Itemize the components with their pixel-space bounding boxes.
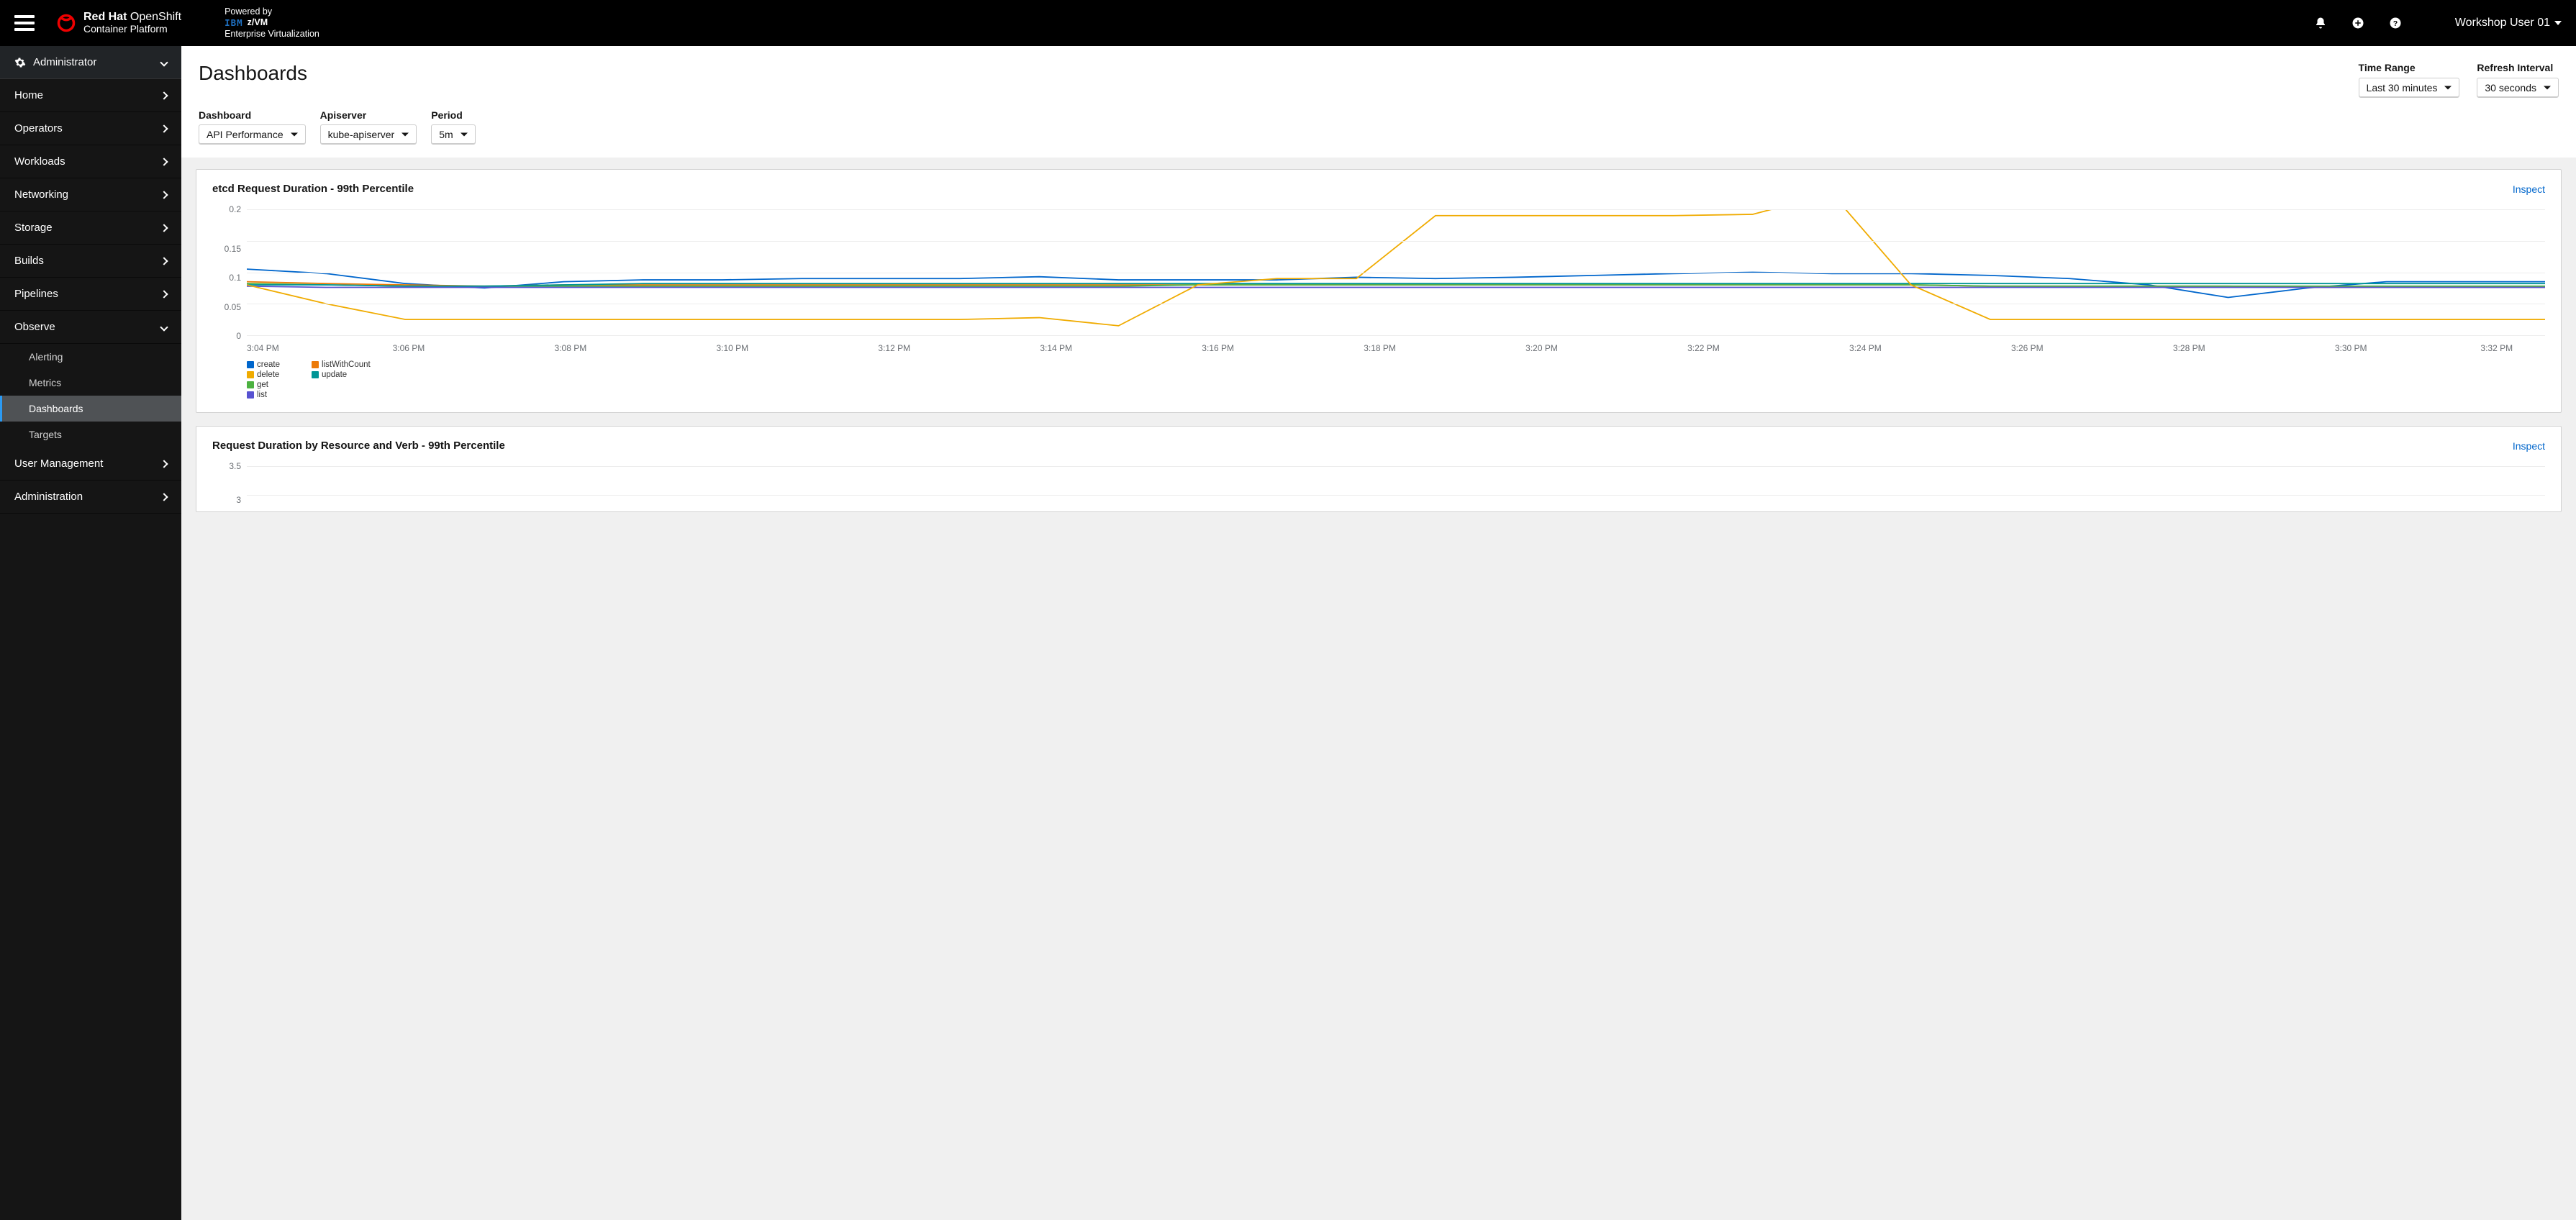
refresh-interval-label: Refresh Interval: [2477, 62, 2559, 73]
apiserver-select[interactable]: kube-apiserver: [320, 124, 417, 145]
bell-icon[interactable]: [2314, 17, 2327, 29]
user-menu[interactable]: Workshop User 01: [2455, 17, 2562, 29]
legend-update[interactable]: update: [312, 370, 355, 379]
sidebar: Administrator Home Operators Workloads N…: [0, 46, 181, 1220]
sidebar-sub-dashboards[interactable]: Dashboards: [0, 396, 181, 422]
sidebar-sub-metrics[interactable]: Metrics: [0, 370, 181, 396]
sidebar-item-operators[interactable]: Operators: [0, 112, 181, 145]
brand-line2: Container Platform: [83, 24, 181, 35]
help-icon[interactable]: ?: [2389, 17, 2402, 29]
chevron-down-icon: [160, 323, 168, 331]
sidebar-item-networking[interactable]: Networking: [0, 178, 181, 211]
select-value: API Performance: [207, 129, 284, 140]
select-value: 5m: [439, 129, 453, 140]
inspect-link[interactable]: Inspect: [2513, 183, 2545, 195]
redhat-logo-icon: [56, 13, 76, 33]
chevron-right-icon: [160, 493, 168, 501]
time-range-label: Time Range: [2359, 62, 2460, 73]
chevron-right-icon: [160, 257, 168, 265]
perspective-switcher[interactable]: Administrator: [0, 46, 181, 79]
panel-etcd-request-duration: etcd Request Duration - 99th Percentile …: [196, 169, 2562, 413]
nav-label: User Management: [14, 458, 103, 470]
chevron-right-icon: [160, 290, 168, 298]
zvm-label: z/VM: [248, 17, 268, 29]
ent-virt-label: Enterprise Virtualization: [225, 29, 319, 40]
legend-list[interactable]: list: [247, 391, 290, 399]
dashboard-select[interactable]: API Performance: [199, 124, 306, 145]
panel-request-duration-resource-verb: Request Duration by Resource and Verb - …: [196, 426, 2562, 512]
powered-by: Powered by IBM z/VM Enterprise Virtualiz…: [225, 6, 319, 40]
apiserver-filter-label: Apiserver: [320, 109, 417, 121]
brand-line1a: Red Hat: [83, 11, 127, 23]
time-range-select[interactable]: Last 30 minutes: [2359, 78, 2460, 98]
svg-text:?: ?: [2393, 19, 2398, 28]
plus-circle-icon[interactable]: [2351, 17, 2364, 29]
nav-label: Workloads: [14, 155, 65, 168]
chart-legend: create listWithCount delete update get l…: [247, 360, 2545, 399]
inspect-link[interactable]: Inspect: [2513, 440, 2545, 452]
nav-label: Operators: [14, 122, 63, 135]
sidebar-item-workloads[interactable]: Workloads: [0, 145, 181, 178]
nav-label: Builds: [14, 255, 44, 267]
brand: Red Hat OpenShift Container Platform: [56, 12, 181, 34]
sidebar-item-storage[interactable]: Storage: [0, 211, 181, 245]
nav-label: Storage: [14, 222, 53, 234]
chevron-right-icon: [160, 191, 168, 199]
perspective-label: Administrator: [33, 56, 96, 68]
nav-toggle[interactable]: [14, 15, 35, 31]
gear-icon: [14, 57, 26, 68]
period-select[interactable]: 5m: [431, 124, 475, 145]
period-filter-label: Period: [431, 109, 475, 121]
nav-label: Observe: [14, 321, 55, 333]
select-value: 30 seconds: [2485, 82, 2536, 94]
chevron-down-icon: [160, 58, 168, 66]
page-title: Dashboards: [199, 62, 307, 85]
caret-down-icon: [2554, 21, 2562, 25]
ibm-label: IBM: [225, 17, 243, 29]
panel-title: etcd Request Duration - 99th Percentile: [212, 183, 414, 195]
dashboard-filter-label: Dashboard: [199, 109, 306, 121]
chevron-right-icon: [160, 158, 168, 165]
powered-label: Powered by: [225, 6, 319, 18]
masthead: Red Hat OpenShift Container Platform Pow…: [0, 0, 2576, 46]
sidebar-item-observe[interactable]: Observe: [0, 311, 181, 344]
select-value: Last 30 minutes: [2367, 82, 2438, 94]
sidebar-item-pipelines[interactable]: Pipelines: [0, 278, 181, 311]
nav-label: Administration: [14, 491, 83, 503]
chevron-right-icon: [160, 224, 168, 232]
chevron-right-icon: [160, 460, 168, 468]
panel-title: Request Duration by Resource and Verb - …: [212, 440, 505, 452]
sidebar-item-user-management[interactable]: User Management: [0, 447, 181, 481]
refresh-interval-select[interactable]: 30 seconds: [2477, 78, 2559, 98]
content: Dashboards Time Range Last 30 minutes Re…: [181, 46, 2576, 1220]
brand-line1b: OpenShift: [130, 11, 181, 23]
legend-listwithcount[interactable]: listWithCount: [312, 360, 371, 369]
legend-get[interactable]: get: [247, 381, 290, 389]
chevron-right-icon: [160, 124, 168, 132]
chevron-right-icon: [160, 91, 168, 99]
chart-request-duration: 3.532.5: [212, 466, 2545, 512]
chart-etcd: 0.20.150.10.050 3:04 PM3:06 PM3:08 PM3:1…: [212, 209, 2545, 353]
nav-label: Home: [14, 89, 43, 101]
sidebar-item-home[interactable]: Home: [0, 79, 181, 112]
nav-label: Pipelines: [14, 288, 58, 300]
sidebar-item-administration[interactable]: Administration: [0, 481, 181, 514]
select-value: kube-apiserver: [328, 129, 395, 140]
legend-delete[interactable]: delete: [247, 370, 290, 379]
legend-create[interactable]: create: [247, 360, 290, 369]
sidebar-sub-targets[interactable]: Targets: [0, 422, 181, 447]
nav-label: Networking: [14, 188, 68, 201]
sidebar-item-builds[interactable]: Builds: [0, 245, 181, 278]
username-label: Workshop User 01: [2455, 17, 2550, 29]
sidebar-sub-alerting[interactable]: Alerting: [0, 344, 181, 370]
